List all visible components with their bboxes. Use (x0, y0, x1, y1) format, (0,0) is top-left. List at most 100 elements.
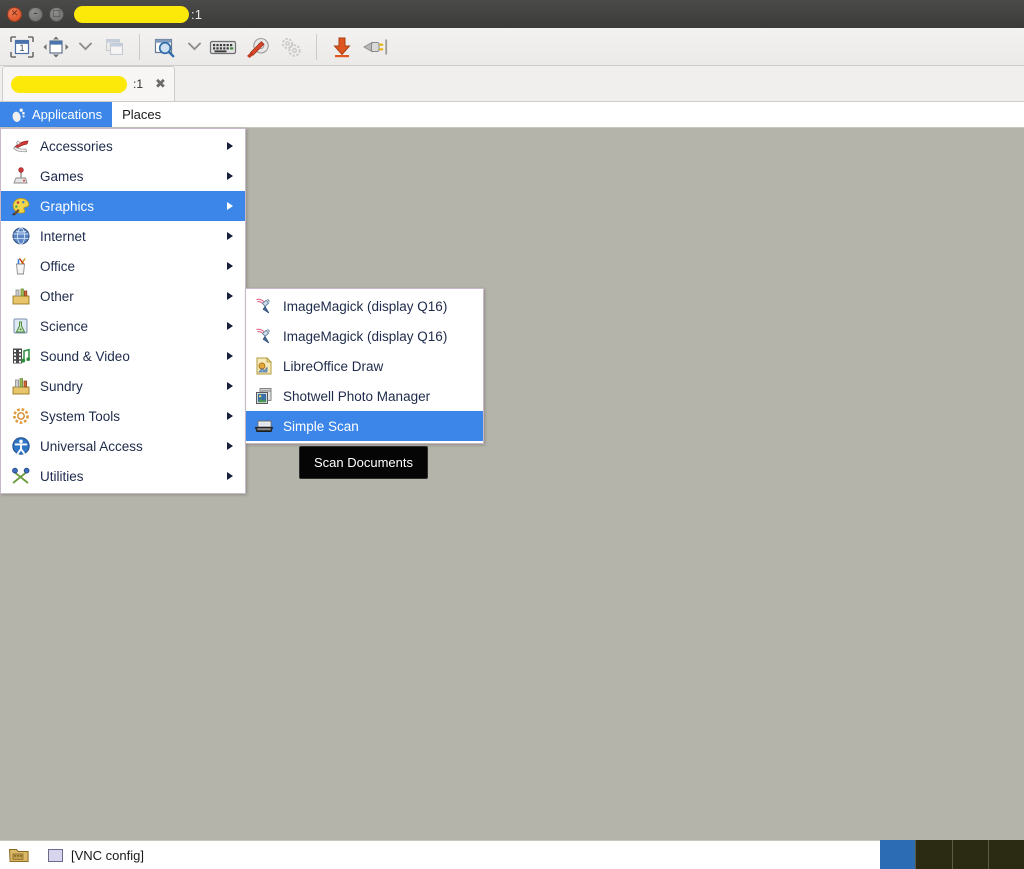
disconnect-plug-icon (363, 39, 388, 54)
menu-item-accessories[interactable]: Accessories (1, 131, 245, 161)
submenu-arrow-icon (227, 202, 233, 210)
submenu-item-label: ImageMagick (display Q16) (283, 328, 448, 344)
viewer-toolbar: 1 (0, 28, 1024, 66)
submenu-item-label: Shotwell Photo Manager (283, 388, 431, 404)
film-note-icon (13, 348, 30, 364)
submenu-arrow-icon (227, 172, 233, 180)
tab-label: :1 (133, 77, 144, 91)
submenu-arrow-icon (227, 472, 233, 480)
menu-item-label: System Tools (40, 408, 121, 424)
menu-item-graphics[interactable]: Graphics (1, 191, 245, 221)
joystick-icon (13, 167, 28, 184)
submenu-item-shotwell[interactable]: Shotwell Photo Manager (246, 381, 483, 411)
gears-icon (281, 37, 301, 57)
window-title: :1 (191, 6, 203, 22)
remote-desktop-canvas[interactable]: Applications Places Accessories Games Gr… (0, 102, 1024, 869)
disconnect-button[interactable] (360, 32, 392, 62)
menu-item-label: Internet (40, 228, 86, 244)
show-desktop-button[interactable] (6, 843, 32, 867)
window-maximize-button[interactable]: □ (49, 6, 64, 22)
windows-list-button[interactable] (98, 32, 130, 62)
window-options-caret-button[interactable] (74, 32, 96, 62)
resize-window-icon (43, 36, 69, 57)
workspace-4[interactable] (987, 840, 1024, 869)
submenu-arrow-icon (227, 142, 233, 150)
preferences-icon (247, 37, 269, 58)
keyboard-icon (209, 40, 237, 54)
submenu-arrow-icon (227, 292, 233, 300)
tooltip-text: Scan Documents (314, 455, 413, 470)
submenu-arrow-icon (227, 232, 233, 240)
menu-item-other[interactable]: Other (1, 281, 245, 311)
toolbar-separator-2 (316, 33, 317, 60)
menu-item-system-tools[interactable]: System Tools (1, 401, 245, 431)
fullscreen-button[interactable]: 1 (6, 32, 38, 62)
fullscreen-icon: 1 (10, 35, 34, 58)
chevron-down-icon (187, 42, 201, 51)
preferences-button[interactable] (241, 32, 273, 62)
file-transfer-button[interactable] (326, 32, 358, 62)
menu-item-office[interactable]: Office (1, 251, 245, 281)
sundry-box-icon (12, 378, 30, 395)
accessibility-icon (12, 437, 30, 455)
gnome-foot-icon (12, 108, 25, 122)
taskbar-window-item[interactable]: [VNC config] (48, 848, 144, 863)
machine-settings-button[interactable] (275, 32, 307, 62)
menu-item-utilities[interactable]: Utilities (1, 461, 245, 491)
menu-item-sound-and-video[interactable]: Sound & Video (1, 341, 245, 371)
menu-item-science[interactable]: Science (1, 311, 245, 341)
connection-tabstrip: :1 ✖ (0, 66, 1024, 102)
swiss-knife-icon (13, 140, 29, 153)
workspace-2[interactable] (915, 840, 952, 869)
menu-item-label: Sound & Video (40, 348, 130, 364)
scissors-icon (12, 467, 30, 484)
submenu-item-imagemagick-2[interactable]: ImageMagick (display Q16) (246, 321, 483, 351)
zoom-options-caret-button[interactable] (183, 32, 205, 62)
graphics-submenu: ImageMagick (display Q16) ImageMagick (d… (245, 288, 484, 444)
menu-item-label: Universal Access (40, 438, 143, 454)
office-cup-icon (16, 257, 26, 275)
zoom-button[interactable] (149, 32, 181, 62)
gnome-bottom-panel: [VNC config] (0, 840, 1024, 869)
keyboard-button[interactable] (207, 32, 239, 62)
shotwell-icon (256, 388, 272, 404)
window-minimize-button[interactable]: – (28, 6, 43, 22)
download-icon (333, 37, 351, 57)
places-menu-label: Places (122, 107, 162, 122)
svg-text:1: 1 (19, 43, 24, 53)
flask-icon (13, 318, 28, 334)
imagemagick-icon (256, 298, 271, 314)
submenu-arrow-icon (227, 412, 233, 420)
menu-item-sundry[interactable]: Sundry (1, 371, 245, 401)
menu-item-internet[interactable]: Internet (1, 221, 245, 251)
submenu-arrow-icon (227, 352, 233, 360)
gear-icon (13, 408, 29, 424)
resize-window-button[interactable] (40, 32, 72, 62)
taskbar-window-label: [VNC config] (71, 847, 144, 863)
places-menu-button[interactable]: Places (112, 102, 171, 127)
palette-brush-icon (12, 198, 30, 216)
submenu-arrow-icon (227, 262, 233, 270)
window-close-button[interactable]: ✕ (7, 6, 22, 22)
submenu-item-label: LibreOffice Draw (283, 358, 384, 374)
menu-item-label: Other (40, 288, 74, 304)
workspace-1[interactable] (880, 840, 916, 869)
window-titlebar: ✕ – □ :1 (0, 0, 1024, 28)
globe-icon (12, 227, 30, 245)
minimize-icon: – (33, 8, 38, 19)
submenu-item-simple-scan[interactable]: Simple Scan (246, 411, 483, 441)
menu-item-label: Office (40, 258, 76, 274)
tab-close-icon[interactable]: ✖ (155, 77, 166, 92)
workspace-switcher[interactable] (880, 840, 1024, 869)
menu-item-games[interactable]: Games (1, 161, 245, 191)
menu-item-label: Sundry (40, 378, 83, 394)
menu-item-universal-access[interactable]: Universal Access (1, 431, 245, 461)
submenu-item-libreoffice-draw[interactable]: LibreOffice Draw (246, 351, 483, 381)
applications-menu-button[interactable]: Applications (0, 102, 113, 127)
submenu-item-imagemagick-1[interactable]: ImageMagick (display Q16) (246, 291, 483, 321)
menu-item-label: Science (40, 318, 89, 334)
workspace-3[interactable] (951, 840, 988, 869)
menu-item-label: Games (40, 168, 84, 184)
connection-tab[interactable]: :1 ✖ (2, 66, 175, 101)
close-icon: ✕ (10, 8, 19, 19)
